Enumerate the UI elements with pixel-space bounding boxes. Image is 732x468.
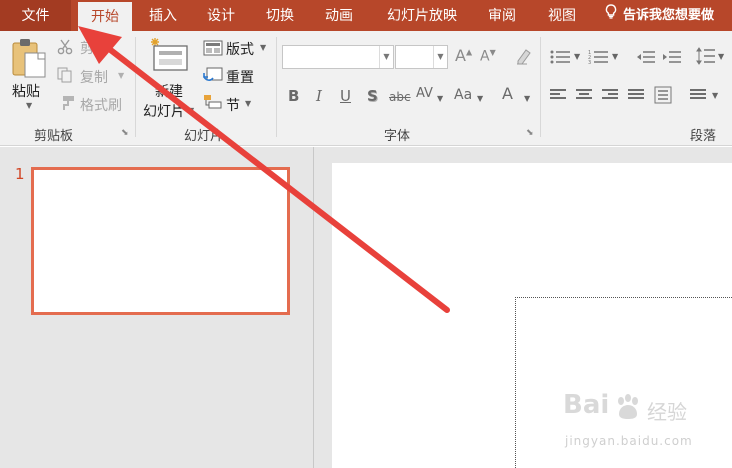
- arrow-head: [78, 26, 122, 64]
- arrow-shaft: [105, 45, 450, 313]
- annotation-arrow: [78, 26, 450, 313]
